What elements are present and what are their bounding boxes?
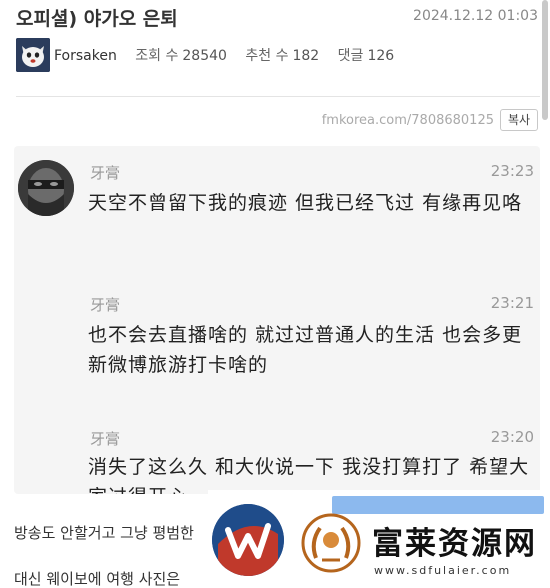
likes-label: 추천 수 <box>245 48 289 64</box>
header-divider <box>16 96 540 97</box>
ad-site-domain: www.sdfulaier.com <box>374 564 512 577</box>
post-header: 오피셜) 야가오 은퇴 2024.12.12 01:03 Forsaken 조회… <box>0 0 550 100</box>
w-logo-icon <box>212 504 284 576</box>
ad-site-name: 富莱资源网 <box>372 526 537 562</box>
url-row: fmkorea.com/7808680125 복사 <box>0 108 550 134</box>
body-paragraph: 대신 웨이보에 여행 사진은 <box>14 570 181 588</box>
message-time: 23:23 <box>490 162 534 180</box>
message-sender: 牙膏 <box>90 430 121 448</box>
message-text: 天空不曾留下我的痕迹 但我已经飞过 有缘再见咯 <box>88 192 523 214</box>
message-time: 23:21 <box>490 294 534 312</box>
post-date: 2024.12.12 01:03 <box>413 8 538 24</box>
comments-label: 댓글 <box>337 48 364 64</box>
message-sender: 牙膏 <box>90 164 121 182</box>
likes-count: 182 <box>292 48 320 64</box>
copy-url-button[interactable]: 복사 <box>500 109 538 131</box>
post-url[interactable]: fmkorea.com/7808680125 <box>322 113 494 128</box>
watermark-ad-overlay[interactable]: 富莱资源网 www.sdfulaier.com <box>208 490 550 588</box>
views-label: 조회 수 <box>135 48 179 64</box>
author-avatar[interactable] <box>16 38 50 72</box>
comments-count: 126 <box>367 48 395 64</box>
laurel-emblem-icon <box>300 512 362 574</box>
views-count: 28540 <box>182 48 227 64</box>
chat-screenshot-image: 牙膏 23:23 天空不曾留下我的痕迹 但我已经飞过 有缘再见咯 牙膏 23:2… <box>14 146 540 494</box>
author-name[interactable]: Forsaken <box>54 48 117 64</box>
message-text: 也不会去直播啥的 就过过普通人的生活 也会多更新微博旅游打卡啥的 <box>88 324 523 376</box>
ad-banner-strip <box>332 496 544 514</box>
message-text: 消失了这么久 和大伙说一下 我没打算打了 希望大家过得开心 <box>88 456 530 494</box>
post-meta: Forsaken 조회 수 28540 추천 수 182 댓글 126 <box>54 45 408 65</box>
body-paragraph: 방송도 안할거고 그냥 평범한 <box>14 524 194 542</box>
post-title: 오피셜) 야가오 은퇴 <box>16 8 178 30</box>
masked-face-avatar-icon <box>18 160 74 216</box>
page-scrollbar[interactable] <box>542 0 548 120</box>
message-sender: 牙膏 <box>90 296 121 314</box>
message-time: 23:20 <box>490 428 534 446</box>
